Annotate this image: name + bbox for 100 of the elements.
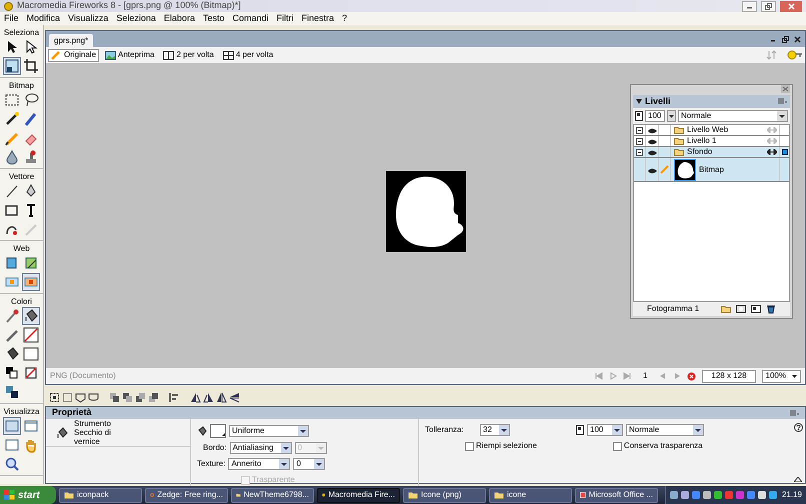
view-tab[interactable]: Anteprima: [102, 48, 158, 62]
taskbar-button[interactable]: Microsoft Office ...: [575, 488, 658, 502]
tool-button[interactable]: [3, 57, 21, 75]
tool-button[interactable]: [22, 326, 40, 344]
restore-button[interactable]: [761, 0, 776, 12]
checkbox[interactable]: Riempi selezione: [465, 440, 537, 452]
align-icon[interactable]: [169, 392, 180, 403]
view-tab[interactable]: Originale: [48, 48, 100, 62]
texture-amount-field[interactable]: 0: [293, 458, 326, 470]
fill-swatch-icon[interactable]: [210, 424, 226, 438]
restore-icon[interactable]: [782, 36, 789, 42]
layer-row[interactable]: Livello 1: [634, 136, 789, 147]
opacity-field[interactable]: 100: [587, 424, 623, 436]
tool-button[interactable]: [22, 57, 40, 75]
document-tab[interactable]: gprs.png*: [49, 34, 94, 47]
layer-row[interactable]: Livello Web: [634, 125, 789, 136]
blend-mode-dropdown[interactable]: Normale: [626, 424, 704, 436]
pencil-icon: [4, 327, 20, 343]
zoom-dropdown[interactable]: 100%: [762, 370, 801, 383]
view-tab[interactable]: 4 per volta: [220, 48, 276, 62]
collapse-icon[interactable]: [636, 126, 643, 134]
windows-logo-icon: [4, 490, 15, 500]
blend-mode-dropdown[interactable]: Normale: [678, 110, 788, 122]
landscape-icon: [105, 50, 116, 60]
stop-icon[interactable]: [687, 372, 696, 381]
checkbox-icon: [612, 442, 622, 450]
tool-button[interactable]: [22, 345, 40, 363]
swap-colors-icon: [4, 384, 20, 400]
flip-vertical-icon[interactable]: [229, 392, 240, 403]
join-icon[interactable]: [75, 392, 86, 403]
close-icon[interactable]: [794, 36, 801, 42]
start-button[interactable]: start: [0, 486, 56, 504]
panel-menu-icon[interactable]: [778, 98, 787, 105]
bring-front-icon[interactable]: [109, 392, 120, 403]
key-icon[interactable]: [787, 50, 803, 60]
collapse-icon[interactable]: [636, 148, 643, 156]
taskbar-button[interactable]: icone: [489, 488, 572, 502]
send-back-icon[interactable]: [148, 392, 159, 403]
menu-item[interactable]: Modifica: [26, 12, 60, 26]
menu-item[interactable]: Seleziona: [116, 12, 156, 26]
line-icon: [4, 183, 20, 199]
fill-type-dropdown[interactable]: Uniforme: [229, 425, 309, 437]
checkbox[interactable]: Conserva trasparenza: [612, 440, 703, 452]
edge-dropdown[interactable]: Antialiasing: [230, 442, 292, 454]
stroke-color-icon: [23, 327, 39, 343]
menu-item[interactable]: ?: [342, 12, 348, 26]
mask-icon[interactable]: [736, 304, 746, 314]
flip-horizontal-icon[interactable]: [216, 392, 227, 403]
panel-title[interactable]: Livelli: [645, 94, 671, 108]
taskbar-button[interactable]: Icone (png): [403, 488, 486, 502]
opacity-field[interactable]: 100: [645, 110, 665, 122]
eye-icon[interactable]: [646, 148, 658, 156]
canvas-size[interactable]: 128 x 128: [702, 370, 756, 383]
menu-item[interactable]: Filtri: [276, 12, 294, 26]
layer-color-icon: [782, 149, 788, 155]
menu-item[interactable]: Finestra: [302, 12, 334, 26]
tool-button[interactable]: [22, 307, 40, 325]
new-folder-icon[interactable]: [721, 304, 731, 314]
taskbar-button[interactable]: Macromedia Fire...: [317, 488, 400, 502]
close-button[interactable]: [780, 0, 802, 12]
caret-icon: [777, 111, 787, 121]
panel-title[interactable]: Proprietà: [52, 406, 92, 420]
collapse-arrow-icon[interactable]: [794, 477, 802, 482]
minimize-button[interactable]: [742, 0, 757, 12]
panel-menu-icon[interactable]: [790, 410, 799, 416]
menu-item[interactable]: Elabora: [164, 12, 195, 26]
eye-icon[interactable]: [646, 137, 658, 145]
menu-item[interactable]: Visualizza: [68, 12, 108, 26]
ungroup-icon[interactable]: [62, 392, 73, 403]
section-title: Bitmap: [9, 80, 34, 91]
group-icon[interactable]: [49, 392, 60, 403]
share-arrows-icon[interactable]: [767, 149, 777, 155]
trash-icon[interactable]: [766, 304, 776, 314]
tool-button[interactable]: [3, 455, 21, 473]
tolerance-field[interactable]: 32: [480, 424, 510, 436]
menu-item[interactable]: Comandi: [232, 12, 268, 26]
new-layer-icon[interactable]: [751, 304, 761, 314]
taskbar-button[interactable]: NewTheme6798...: [231, 488, 314, 502]
menu-item[interactable]: File: [4, 12, 19, 26]
collapse-icon[interactable]: [636, 138, 643, 144]
menu-item[interactable]: Testo: [202, 12, 224, 26]
view-tab[interactable]: 2 per volta: [160, 48, 217, 62]
frame-number: 1: [642, 370, 648, 382]
checkbox-icon: [465, 442, 474, 450]
taskbar-button[interactable]: Zedge: Free ring...: [145, 488, 228, 502]
tool-button[interactable]: [3, 383, 21, 401]
expand-arrow-icon[interactable]: [636, 99, 642, 104]
eye-icon[interactable]: [646, 126, 658, 134]
send-backward-icon[interactable]: [135, 392, 146, 403]
sub-layer-row[interactable]: Bitmap: [634, 158, 789, 182]
bring-forward-icon[interactable]: [122, 392, 133, 403]
caret-icon: [792, 374, 797, 378]
rotate-right-icon[interactable]: [203, 392, 214, 403]
texture-dropdown[interactable]: Annerito: [228, 458, 290, 470]
help-icon[interactable]: [794, 423, 802, 432]
taskbar-button[interactable]: iconpack: [59, 488, 142, 502]
close-icon[interactable]: [781, 85, 790, 93]
layer-row[interactable]: Sfondo: [634, 147, 789, 158]
rotate-left-icon[interactable]: [190, 392, 201, 403]
split-icon[interactable]: [88, 392, 99, 403]
